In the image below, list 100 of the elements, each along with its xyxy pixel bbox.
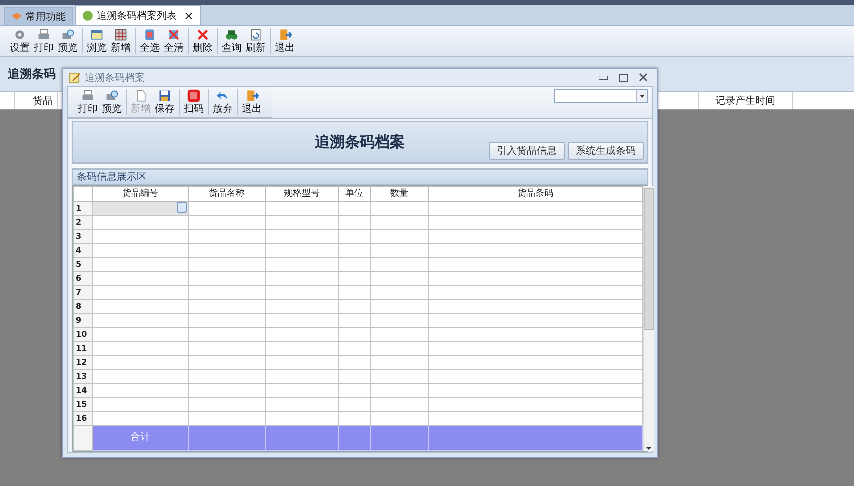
- table-cell[interactable]: [188, 384, 266, 398]
- table-cell[interactable]: [266, 412, 338, 426]
- table-cell[interactable]: [428, 272, 642, 286]
- close-icon[interactable]: ×: [184, 8, 194, 22]
- table-cell[interactable]: [338, 314, 370, 328]
- table-cell[interactable]: [92, 356, 188, 370]
- table-cell[interactable]: [266, 370, 338, 384]
- table-cell[interactable]: [338, 286, 370, 300]
- table-cell[interactable]: [92, 230, 188, 244]
- table-cell[interactable]: [428, 314, 642, 328]
- table-cell[interactable]: [370, 398, 428, 412]
- action-button[interactable]: 引入货品信息: [489, 142, 565, 160]
- table-cell[interactable]: [370, 230, 428, 244]
- table-cell[interactable]: [338, 398, 370, 412]
- table-cell[interactable]: [370, 370, 428, 384]
- toolbar-button[interactable]: 删除: [192, 28, 214, 54]
- table-cell[interactable]: [266, 286, 338, 300]
- toolbar-button[interactable]: 退出: [274, 28, 296, 54]
- table-cell[interactable]: [188, 230, 266, 244]
- table-cell[interactable]: [428, 398, 642, 412]
- table-cell[interactable]: [428, 412, 642, 426]
- toolbar-button[interactable]: 退出: [241, 89, 263, 115]
- table-cell[interactable]: [266, 342, 338, 356]
- ellipsis-button[interactable]: [177, 202, 187, 213]
- table-cell[interactable]: [428, 202, 642, 216]
- table-cell[interactable]: [338, 244, 370, 258]
- table-cell[interactable]: [188, 202, 266, 216]
- tab[interactable]: 追溯条码档案列表 ×: [75, 5, 202, 25]
- table-cell[interactable]: [370, 314, 428, 328]
- table-cell[interactable]: [338, 412, 370, 426]
- table-cell[interactable]: [370, 286, 428, 300]
- table-cell[interactable]: [370, 258, 428, 272]
- scrollbar[interactable]: [643, 186, 654, 451]
- table-cell[interactable]: [266, 300, 338, 314]
- toolbar-button[interactable]: 全清: [163, 28, 185, 54]
- tab[interactable]: 常用功能: [4, 7, 73, 25]
- toolbar-button[interactable]: 浏览: [86, 28, 108, 54]
- table-cell[interactable]: [428, 356, 642, 370]
- table-cell[interactable]: [338, 370, 370, 384]
- table-cell[interactable]: [188, 356, 266, 370]
- table-cell[interactable]: [266, 230, 338, 244]
- table-cell[interactable]: [370, 412, 428, 426]
- table-cell[interactable]: [188, 286, 266, 300]
- table-cell[interactable]: [370, 216, 428, 230]
- table-cell[interactable]: [188, 258, 266, 272]
- table-cell[interactable]: [266, 244, 338, 258]
- table-cell[interactable]: [266, 398, 338, 412]
- table-cell[interactable]: [92, 370, 188, 384]
- table-cell[interactable]: [92, 216, 188, 230]
- table-cell[interactable]: [188, 412, 266, 426]
- table-cell[interactable]: [92, 258, 188, 272]
- table-cell[interactable]: [370, 202, 428, 216]
- splitter[interactable]: [72, 163, 648, 169]
- table-cell[interactable]: [266, 314, 338, 328]
- table-cell[interactable]: [92, 314, 188, 328]
- table-cell[interactable]: [266, 202, 338, 216]
- table-cell[interactable]: [428, 342, 642, 356]
- table-cell[interactable]: [266, 328, 338, 342]
- table-cell[interactable]: [370, 384, 428, 398]
- toolbar-button[interactable]: 新增: [110, 28, 132, 54]
- toolbar-button[interactable]: 预览: [57, 28, 79, 54]
- table-cell[interactable]: [338, 230, 370, 244]
- table-cell[interactable]: [266, 216, 338, 230]
- table-cell[interactable]: [92, 328, 188, 342]
- table-cell[interactable]: [338, 342, 370, 356]
- toolbar-button[interactable]: 扫码: [183, 89, 205, 115]
- table-cell[interactable]: [338, 384, 370, 398]
- toolbar-button[interactable]: 保存: [154, 89, 176, 115]
- dropdown-field[interactable]: [554, 89, 648, 103]
- table-cell[interactable]: [338, 328, 370, 342]
- action-button[interactable]: 系统生成条码: [568, 142, 644, 160]
- table-cell[interactable]: [266, 356, 338, 370]
- table-cell[interactable]: [370, 356, 428, 370]
- table-cell[interactable]: [92, 272, 188, 286]
- toolbar-button[interactable]: 放弃: [212, 89, 234, 115]
- table-cell[interactable]: [338, 202, 370, 216]
- table-cell[interactable]: [370, 342, 428, 356]
- table-cell[interactable]: [188, 314, 266, 328]
- table-cell[interactable]: [92, 384, 188, 398]
- table-cell[interactable]: [188, 300, 266, 314]
- table-cell[interactable]: [428, 300, 642, 314]
- toolbar-button[interactable]: 打印: [77, 89, 99, 115]
- table-cell[interactable]: [338, 272, 370, 286]
- table-cell[interactable]: [188, 216, 266, 230]
- toolbar-button[interactable]: 预览: [101, 89, 123, 115]
- table-cell[interactable]: [428, 258, 642, 272]
- toolbar-button[interactable]: 刷新: [245, 28, 267, 54]
- table-cell[interactable]: [92, 244, 188, 258]
- table-cell[interactable]: [370, 300, 428, 314]
- table-cell[interactable]: [338, 300, 370, 314]
- table-cell[interactable]: [428, 328, 642, 342]
- table-cell[interactable]: [266, 258, 338, 272]
- table-cell[interactable]: [266, 384, 338, 398]
- toolbar-button[interactable]: 打印: [33, 28, 55, 54]
- table-cell[interactable]: [188, 328, 266, 342]
- table-cell[interactable]: [428, 370, 642, 384]
- table-cell[interactable]: [370, 244, 428, 258]
- table-cell[interactable]: [428, 216, 642, 230]
- table-cell[interactable]: [92, 300, 188, 314]
- toolbar-button[interactable]: 查询: [221, 28, 243, 54]
